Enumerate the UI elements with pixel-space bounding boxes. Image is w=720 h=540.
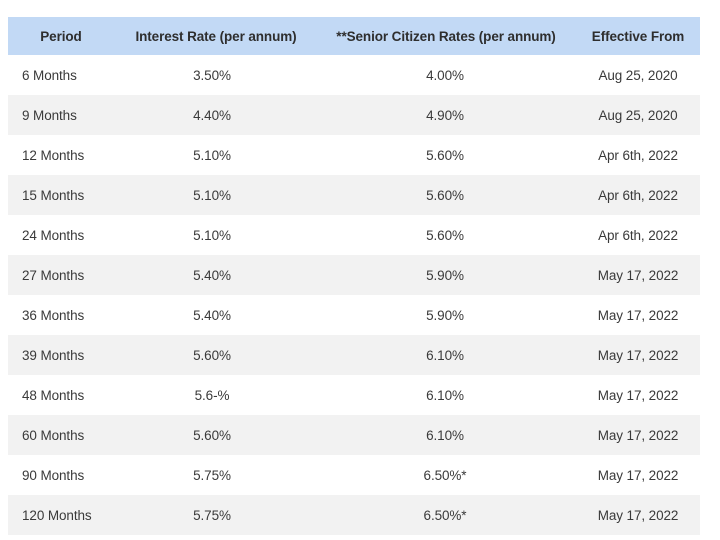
cell-effective: May 17, 2022 — [597, 347, 679, 363]
cell-senior: 6.50%* — [423, 507, 467, 523]
cell-senior: 5.60% — [426, 187, 464, 203]
cell-period: 90 Months — [22, 467, 85, 483]
cell-effective: May 17, 2022 — [597, 427, 679, 443]
cell-senior: 4.00% — [426, 67, 464, 83]
cell-senior: 6.10% — [426, 347, 464, 363]
table-row: 120 Months 5.75% 6.50%* May 17, 2022 — [8, 495, 700, 535]
cell-period: 27 Months — [22, 267, 85, 283]
cell-effective: May 17, 2022 — [597, 387, 679, 403]
cell-effective: May 17, 2022 — [597, 507, 679, 523]
table-row: 48 Months 5.6-% 6.10% May 17, 2022 — [8, 375, 700, 415]
cell-interest: 3.50% — [193, 67, 231, 83]
table-body: 6 Months 3.50% 4.00% Aug 25, 2020 9 Months 4.… — [8, 55, 700, 535]
cell-senior: 5.60% — [426, 227, 464, 243]
cell-period: 48 Months — [22, 387, 85, 403]
cell-effective: Apr 6th, 2022 — [598, 187, 678, 203]
cell-period: 6 Months — [22, 67, 77, 83]
cell-effective: Apr 6th, 2022 — [598, 147, 678, 163]
cell-period: 120 Months — [22, 507, 92, 523]
cell-senior: 6.10% — [426, 387, 464, 403]
cell-senior: 4.90% — [426, 107, 464, 123]
cell-senior: 6.50%* — [423, 467, 467, 483]
cell-interest: 5.40% — [193, 267, 231, 283]
table-header: Period Interest Rate (per annum) **Senio… — [8, 17, 700, 55]
table-row: 36 Months 5.40% 5.90% May 17, 2022 — [8, 295, 700, 335]
column-header-effective-from: Effective From — [591, 28, 685, 44]
column-header-senior-citizen-rates: **Senior Citizen Rates (per annum) — [336, 28, 556, 44]
cell-interest: 5.60% — [193, 427, 231, 443]
cell-effective: May 17, 2022 — [597, 467, 679, 483]
cell-interest: 5.40% — [193, 307, 231, 323]
table-row: 27 Months 5.40% 5.90% May 17, 2022 — [8, 255, 700, 295]
cell-effective: May 17, 2022 — [597, 267, 679, 283]
table-header-row: Period Interest Rate (per annum) **Senio… — [8, 17, 700, 55]
cell-effective: Aug 25, 2020 — [598, 107, 678, 123]
table-row: 39 Months 5.60% 6.10% May 17, 2022 — [8, 335, 700, 375]
cell-effective: May 17, 2022 — [597, 307, 679, 323]
cell-interest: 5.6-% — [194, 387, 230, 403]
table-row: 12 Months 5.10% 5.60% Apr 6th, 2022 — [8, 135, 700, 175]
cell-interest: 5.75% — [193, 507, 231, 523]
cell-interest: 5.10% — [193, 147, 231, 163]
interest-rates-table: Period Interest Rate (per annum) **Senio… — [8, 17, 700, 535]
cell-period: 36 Months — [22, 307, 85, 323]
table-row: 9 Months 4.40% 4.90% Aug 25, 2020 — [8, 95, 700, 135]
cell-effective: Apr 6th, 2022 — [598, 227, 678, 243]
table-row: 90 Months 5.75% 6.50%* May 17, 2022 — [8, 455, 700, 495]
cell-interest: 5.75% — [193, 467, 231, 483]
cell-effective: Aug 25, 2020 — [598, 67, 678, 83]
column-header-interest-rate: Interest Rate (per annum) — [135, 28, 297, 44]
cell-interest: 5.10% — [193, 227, 231, 243]
table-row: 60 Months 5.60% 6.10% May 17, 2022 — [8, 415, 700, 455]
column-header-period: Period — [40, 28, 82, 44]
table-row: 6 Months 3.50% 4.00% Aug 25, 2020 — [8, 55, 700, 95]
cell-interest: 5.10% — [193, 187, 231, 203]
cell-period: 9 Months — [22, 107, 77, 123]
cell-period: 39 Months — [22, 347, 85, 363]
cell-period: 15 Months — [22, 187, 85, 203]
cell-interest: 4.40% — [193, 107, 231, 123]
cell-period: 60 Months — [22, 427, 85, 443]
table-row: 24 Months 5.10% 5.60% Apr 6th, 2022 — [8, 215, 700, 255]
cell-period: 12 Months — [22, 147, 85, 163]
cell-interest: 5.60% — [193, 347, 231, 363]
cell-senior: 5.90% — [426, 267, 464, 283]
table-row: 15 Months 5.10% 5.60% Apr 6th, 2022 — [8, 175, 700, 215]
cell-senior: 6.10% — [426, 427, 464, 443]
cell-period: 24 Months — [22, 227, 85, 243]
cell-senior: 5.90% — [426, 307, 464, 323]
cell-senior: 5.60% — [426, 147, 464, 163]
